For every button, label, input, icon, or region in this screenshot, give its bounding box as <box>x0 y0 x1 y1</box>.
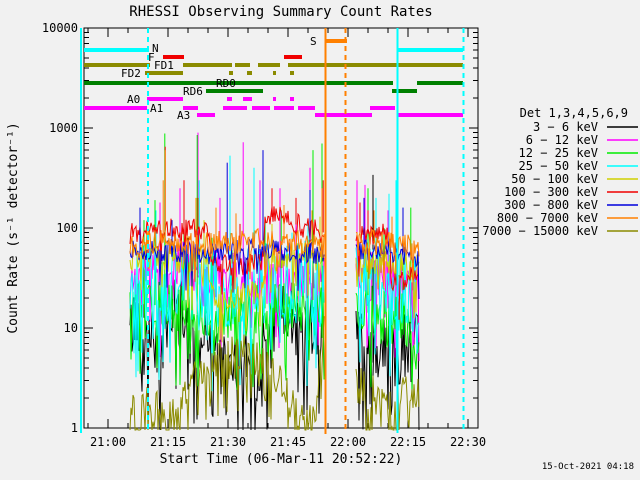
y-tick-label: 1 <box>71 421 78 435</box>
legend-entry-label: 12 − 25 keV <box>519 146 598 160</box>
flag-bars-group: SNFFD1FD2RD0RD6A0A1A3 <box>84 35 463 122</box>
chart-title: RHESSI Observing Summary Count Rates <box>129 4 432 20</box>
y-tick-label: 10 <box>64 321 78 335</box>
legend-entry-label: 25 − 50 keV <box>519 159 598 173</box>
plot-timestamp: 15-Oct-2021 04:18 <box>542 462 634 472</box>
x-tick-label: 21:30 <box>210 435 246 449</box>
y-tick-label: 100 <box>56 221 78 235</box>
rhessi-observing-summary-chart: S N F FD1 FD2 RD0 RD6 A0 A1 A3 21:00 21:15 21:30 21:… <box>0 0 640 480</box>
flag-label-FD2: FD2 <box>121 67 141 80</box>
legend-entry-label: 3 − 6 keV <box>533 120 598 134</box>
y-tick-label: 1000 <box>49 121 78 135</box>
flag-label-RD6: RD6 <box>183 85 203 98</box>
y-tick-label: 10000 <box>42 21 78 35</box>
legend-entry-label: 800 − 7000 keV <box>497 211 598 225</box>
flag-label-FD1: FD1 <box>154 59 174 72</box>
flag-label-A3: A3 <box>177 109 190 122</box>
x-tick-label: 22:15 <box>390 435 426 449</box>
flag-label-A1: A1 <box>150 102 163 115</box>
data-series-group <box>129 132 420 431</box>
x-tick-label: 22:00 <box>330 435 366 449</box>
plot-svg: SNFFD1FD2RD0RD6A0A1A3 21:00 21:15 21:30 21:… <box>6 4 638 472</box>
legend-entry-label: 100 − 300 keV <box>504 185 598 199</box>
legend-entry-label: 6 − 12 keV <box>526 133 598 147</box>
legend-group: 3 − 6 keV6 − 12 keV12 − 25 keV25 − 50 ke… <box>482 120 638 238</box>
legend-entry-label: 7000 − 15000 keV <box>482 224 598 238</box>
flag-label-RD0: RD0 <box>216 77 236 90</box>
x-tick-label: 21:45 <box>270 435 306 449</box>
x-tick-label: 21:15 <box>150 435 186 449</box>
legend-entry-label: 50 − 100 keV <box>511 172 598 186</box>
flag-label-A0: A0 <box>127 93 140 106</box>
y-axis-title: Count Rate (s⁻¹ detector⁻¹) <box>6 122 21 333</box>
flag-label-S: S <box>310 35 317 48</box>
legend-title: Det 1,3,4,5,6,9 <box>520 106 628 120</box>
x-tick-label: 21:00 <box>90 435 126 449</box>
x-tick-label: 22:30 <box>450 435 486 449</box>
x-axis-title: Start Time (06-Mar-11 20:52:22) <box>160 452 403 467</box>
legend-entry-label: 300 − 800 keV <box>504 198 598 212</box>
